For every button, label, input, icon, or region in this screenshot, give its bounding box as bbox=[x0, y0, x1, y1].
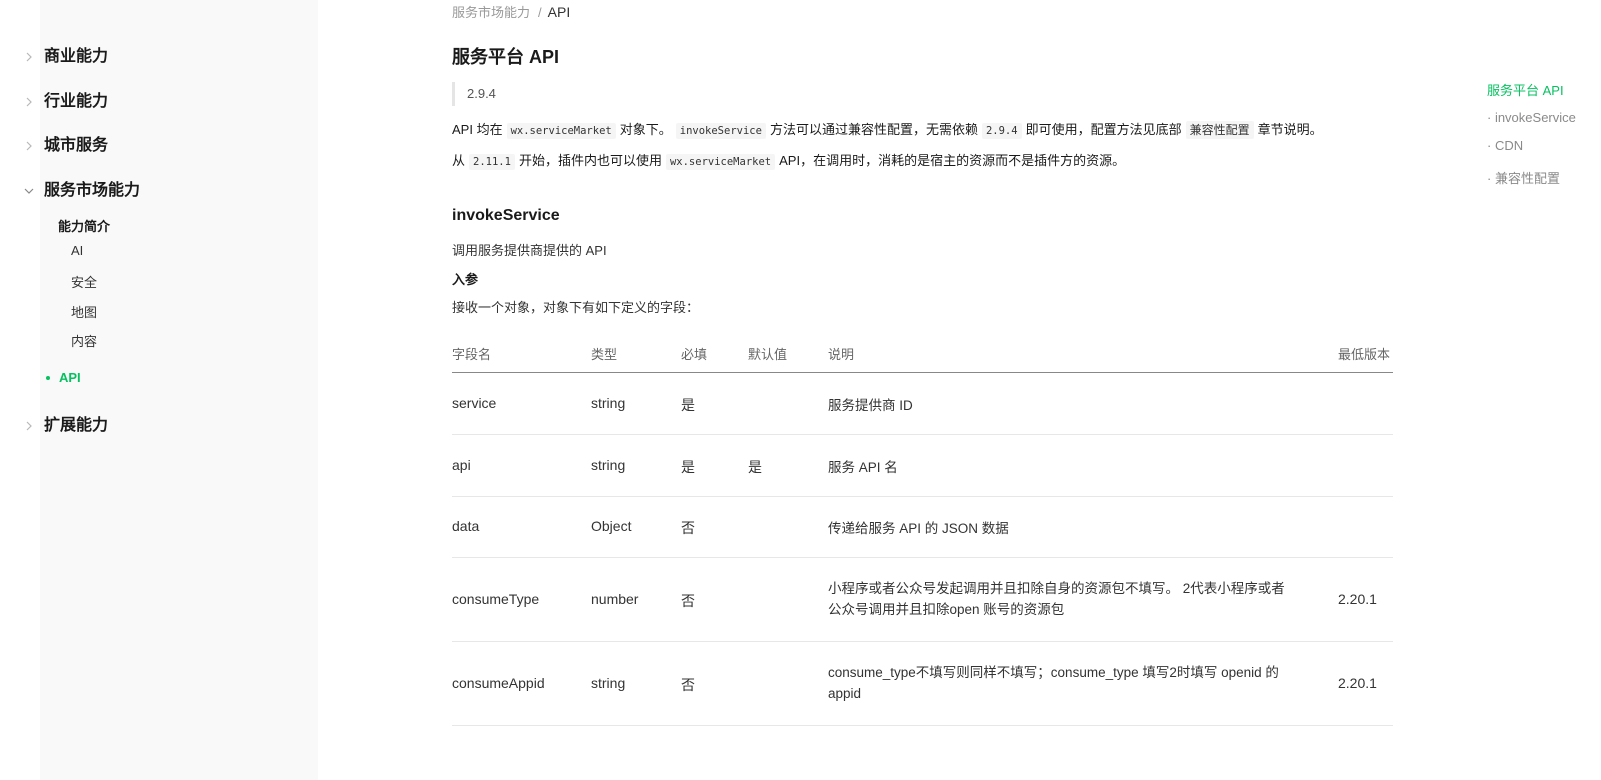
table-cell: 否 bbox=[681, 520, 695, 536]
table-row: data Object 否 传递给服务 API 的 JSON 数据 bbox=[452, 497, 1393, 558]
sidebar: 商业能力 行业能力 城市服务 服务市场能力 能力简介 AI 安全 地图 内容 A… bbox=[24, 0, 318, 780]
table-cell: api bbox=[452, 457, 471, 473]
table-row: api string 是 是 服务 API 名 bbox=[452, 435, 1393, 497]
chevron-right-icon bbox=[22, 414, 36, 438]
active-dot-icon bbox=[46, 375, 50, 380]
inline-code: invokeService bbox=[675, 123, 766, 139]
inline-code: 2.11.1 bbox=[469, 154, 515, 170]
intro-text: 从 bbox=[452, 153, 466, 168]
table-header-cell: 必填 bbox=[681, 347, 708, 362]
sidebar-item-label: 行业能力 bbox=[44, 93, 109, 110]
toc-item-cdn[interactable]: · CDN bbox=[1487, 138, 1523, 153]
intro-text: 开始，插件内也可以使用 bbox=[518, 153, 662, 168]
sidebar-subitem-map[interactable]: 地图 bbox=[71, 302, 97, 321]
sidebar-item-service-market[interactable]: 服务市场能力 bbox=[24, 179, 141, 203]
intro-text: API，在调用时，消耗的是宿主的资源而不是插件方的资源。 bbox=[779, 153, 1126, 168]
breadcrumb-separator: / bbox=[538, 5, 542, 20]
table-cell: 是 bbox=[681, 397, 695, 413]
chevron-right-icon bbox=[22, 90, 36, 114]
sidebar-item-city[interactable]: 城市服务 bbox=[26, 134, 109, 158]
sidebar-item-label: API bbox=[59, 370, 81, 385]
intro-text: 对象下。 bbox=[619, 122, 672, 137]
table-cell: number bbox=[591, 591, 639, 607]
table-row: service string 是 服务提供商 ID bbox=[452, 373, 1393, 435]
sidebar-subitem-api-active[interactable]: API bbox=[46, 370, 81, 385]
page-title: 服务平台 API bbox=[452, 47, 560, 67]
toc-item-invokeservice[interactable]: · invokeService bbox=[1487, 110, 1576, 125]
table-cell: 否 bbox=[681, 593, 695, 609]
table-cell: 2.20.1 bbox=[1338, 591, 1377, 607]
inline-code: wx.serviceMarket bbox=[506, 123, 616, 139]
table-header: 字段名 类型 必填 默认值 说明 最低版本 bbox=[452, 336, 1393, 373]
params-description: 接收一个对象，对象下有如下定义的字段： bbox=[452, 300, 700, 315]
section-title: invokeService bbox=[452, 207, 560, 224]
table-cell: 否 bbox=[681, 677, 695, 693]
chevron-down-icon bbox=[22, 179, 36, 203]
version-text: 2.9.4 bbox=[467, 86, 496, 101]
table-cell: 是 bbox=[748, 459, 762, 475]
intro-text: 方法可以通过兼容性配置，无需依赖 bbox=[769, 122, 978, 137]
section-description: 调用服务提供商提供的 API bbox=[452, 243, 607, 258]
params-label: 入参 bbox=[452, 272, 479, 287]
table-cell: 是 bbox=[681, 459, 695, 475]
sidebar-subitem-security[interactable]: 安全 bbox=[71, 272, 97, 291]
toc-item-compat-config[interactable]: · 兼容性配置 bbox=[1487, 168, 1560, 187]
sidebar-item-label: 服务市场能力 bbox=[44, 182, 141, 199]
sidebar-subitem-content[interactable]: 内容 bbox=[71, 331, 97, 350]
table-header-cell: 说明 bbox=[828, 347, 855, 362]
table-cell: 小程序或者公众号发起调用并且扣除自身的资源包不填写。 2代表小程序或者公众号调用… bbox=[828, 581, 1285, 617]
sidebar-item-label: 商业能力 bbox=[44, 48, 109, 65]
intro-paragraph-2: 从 2.11.1 开始，插件内也可以使用 wx.serviceMarket API，在调… bbox=[452, 151, 1125, 172]
table-row: consumeType number 否 小程序或者公众号发起调用并且扣除自身的… bbox=[452, 558, 1393, 642]
toc-item-title[interactable]: 服务平台 API bbox=[1487, 80, 1564, 99]
table-cell: consumeAppid bbox=[452, 675, 545, 691]
table-cell: 传递给服务 API 的 JSON 数据 bbox=[828, 521, 1009, 536]
params-table: 字段名 类型 必填 默认值 说明 最低版本 service string 是 服… bbox=[452, 336, 1393, 726]
table-cell: service bbox=[452, 395, 497, 411]
sidebar-subheading[interactable]: 能力简介 bbox=[58, 216, 110, 235]
chevron-right-icon bbox=[22, 134, 36, 158]
table-header-cell: 字段名 bbox=[452, 347, 492, 362]
sidebar-item-business[interactable]: 商业能力 bbox=[26, 45, 109, 69]
intro-paragraph-1: API 均在 wx.serviceMarket 对象下。 invokeService 方… bbox=[452, 120, 1323, 141]
table-cell: string bbox=[591, 457, 626, 473]
breadcrumb: 服务市场能力 / API bbox=[452, 2, 570, 21]
table-header-cell: 默认值 bbox=[748, 347, 788, 362]
table-cell: 服务提供商 ID bbox=[828, 398, 913, 413]
intro-text: API 均在 bbox=[452, 122, 503, 137]
sidebar-item-label: 扩展能力 bbox=[44, 417, 109, 434]
intro-text: 章节说明。 bbox=[1257, 122, 1323, 137]
table-cell: consume_type不填写则同样不填写；consume_type 填写2时填… bbox=[828, 665, 1279, 701]
table-cell: 2.20.1 bbox=[1338, 675, 1377, 691]
table-cell: consumeType bbox=[452, 591, 540, 607]
intro-text: 即可使用，配置方法见底部 bbox=[1025, 122, 1182, 137]
table-header-cell: 类型 bbox=[591, 347, 618, 362]
table-cell: string bbox=[591, 675, 626, 691]
chevron-right-icon bbox=[22, 45, 36, 69]
sidebar-item-label: 城市服务 bbox=[44, 137, 109, 154]
breadcrumb-current: API bbox=[547, 4, 571, 20]
table-row: consumeAppid string 否 consume_type不填写则同样… bbox=[452, 642, 1393, 726]
version-blockquote: 2.9.4 bbox=[452, 82, 496, 106]
compat-config-link[interactable]: 兼容性配置 bbox=[1185, 121, 1254, 139]
table-cell: string bbox=[591, 395, 626, 411]
table-of-contents: 服务平台 API · invokeService · CDN · 兼容性配置 bbox=[1487, 80, 1601, 200]
table-cell: Object bbox=[591, 518, 632, 534]
inline-code: wx.serviceMarket bbox=[665, 154, 776, 170]
inline-code: 2.9.4 bbox=[981, 123, 1022, 139]
table-cell: data bbox=[452, 518, 480, 534]
table-header-cell: 最低版本 bbox=[1338, 347, 1391, 362]
sidebar-subitem-ai[interactable]: AI bbox=[71, 243, 83, 258]
sidebar-item-extension[interactable]: 扩展能力 bbox=[26, 414, 109, 438]
breadcrumb-parent-link[interactable]: 服务市场能力 bbox=[452, 5, 530, 20]
table-cell: 服务 API 名 bbox=[828, 460, 898, 475]
sidebar-item-industry[interactable]: 行业能力 bbox=[26, 90, 109, 114]
